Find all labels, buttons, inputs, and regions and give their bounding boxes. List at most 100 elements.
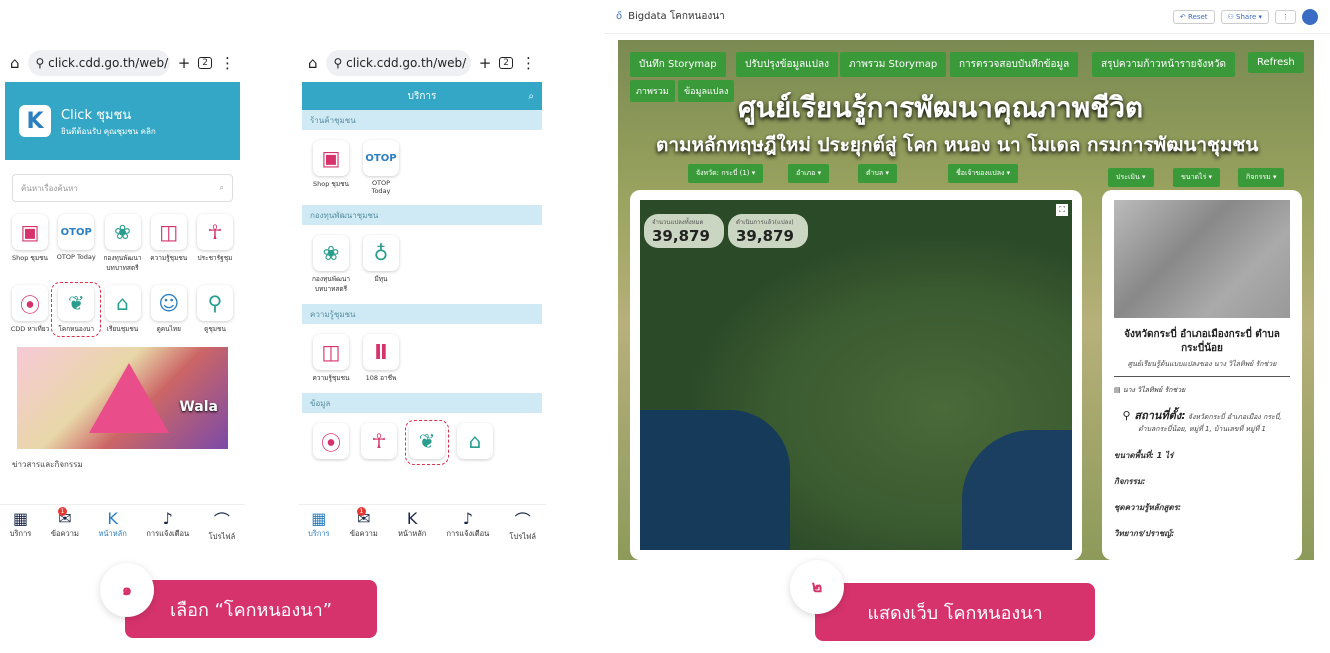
- url-text: click.cdd.go.th/web/: [346, 56, 467, 70]
- nav-profile[interactable]: ⌒ โปรไฟล์: [209, 507, 236, 543]
- search-icon[interactable]: ⌕: [528, 91, 534, 102]
- app-label: เรียนชุมชน: [106, 325, 139, 333]
- nav-notifications[interactable]: ♪ การแจ้งเตือน: [146, 509, 189, 540]
- app-otop-today[interactable]: OTOP OTOP Today: [362, 140, 400, 195]
- services-header: บริการ ⌕: [302, 82, 542, 110]
- home-icon[interactable]: ⌂: [10, 54, 20, 72]
- app-shop-chumchon[interactable]: ▣ Shop ชุมชน: [8, 214, 52, 273]
- section-knowledge: ความรู้ชุมชน: [302, 304, 542, 324]
- info-subtitle: ศูนย์เรียนรู้ต้นแบบแปลงของ นาง วิไลทิพย์…: [1127, 360, 1277, 368]
- more-menu-button[interactable]: ⋮: [1275, 9, 1296, 24]
- step2-label: แสดงเว็บ โคกหนองนา: [815, 583, 1095, 641]
- stat-completed-plots: ดำเนินการแล้ว(แปลง) 39,879: [728, 214, 808, 248]
- location-block: ⚲ สถานที่ตั้ง: จังหวัดกระบี่ อำเภอเมือง …: [1114, 406, 1290, 435]
- btn-province-progress[interactable]: สรุปความก้าวหน้ารายจังหวัด: [1092, 52, 1235, 77]
- filter-district[interactable]: อำเภอ ▾: [788, 164, 830, 183]
- menu-icon[interactable]: ⋮: [220, 54, 235, 72]
- news-heading: ข่าวสารและกิจกรรม: [12, 460, 83, 469]
- site-settings-icon[interactable]: ⚲: [36, 56, 49, 70]
- step2-number: ๒: [790, 560, 844, 614]
- app-fund-women[interactable]: ❀ กองทุนพัฒนา บทบาทสตรี: [101, 214, 145, 273]
- search-input[interactable]: ค้นหาเรื่องค้นหา ⌕: [12, 174, 233, 202]
- nav-services[interactable]: ▦ บริการ: [10, 509, 32, 540]
- app-otop-today[interactable]: OTOP OTOP Today: [54, 214, 98, 273]
- new-tab-icon[interactable]: +: [178, 54, 191, 72]
- app-khok-nong-na[interactable]: ❦: [405, 420, 449, 465]
- btn-refresh[interactable]: Refresh: [1248, 52, 1304, 73]
- app-knowledge[interactable]: ◫ ความรู้ชุมชน: [312, 334, 350, 383]
- nav-profile[interactable]: ⌒ โปรไฟล์: [509, 507, 536, 543]
- dashboard-title: Bigdata โคกหนองนา: [628, 11, 725, 22]
- app-mee-tun[interactable]: ♁ มีทุน: [362, 235, 400, 294]
- app-cdd-travel[interactable]: ⦿ CDD หาเที่ยว: [8, 285, 52, 334]
- step1-label: เลือก “โคกหนองนา”: [125, 580, 377, 638]
- location-pin-icon: ⦿: [12, 285, 48, 321]
- nav-services[interactable]: ▦ บริการ: [308, 509, 330, 540]
- app-pracharat[interactable]: ☥: [360, 423, 398, 462]
- tab-count[interactable]: 2: [198, 57, 212, 69]
- nav-home[interactable]: K หน้าหลัก: [398, 509, 426, 540]
- nav-label: บริการ: [308, 529, 330, 538]
- nav-notifications[interactable]: ♪ การแจ้งเตือน: [447, 509, 490, 540]
- fullscreen-icon[interactable]: ⛶: [1056, 204, 1068, 216]
- nav-home[interactable]: K หน้าหลัก: [98, 509, 126, 540]
- new-tab-icon[interactable]: +: [479, 54, 492, 72]
- info-panel: จังหวัดกระบี่ อำเภอเมืองกระบี่ ตำบลกระบี…: [1102, 190, 1302, 560]
- search-icon: ⌕: [219, 183, 224, 192]
- btn-audit-records[interactable]: การตรวจสอบบันทึกข้อมูล: [950, 52, 1079, 77]
- app-label: มีทุน: [374, 275, 388, 283]
- filter-owner[interactable]: ชื่อเจ้าของแปลง ▾: [948, 164, 1019, 183]
- filter-activity[interactable]: กิจกรรม ▾: [1238, 168, 1285, 187]
- nav-label: การแจ้งเตือน: [146, 529, 190, 538]
- app-pracharat[interactable]: ☥ ประชารัฐชุม: [193, 214, 237, 273]
- btn-save-storymap[interactable]: บันทึก Storymap: [630, 52, 726, 77]
- app-shop-chumchon[interactable]: ▣ Shop ชุมชน: [312, 140, 350, 195]
- undo-icon: ↶: [1179, 12, 1188, 21]
- location-pin-icon: ⚲: [1122, 409, 1135, 422]
- home-icon[interactable]: ⌂: [308, 54, 318, 72]
- app-view-community[interactable]: ⚲ ดูชุมชน: [193, 285, 237, 334]
- satellite-map[interactable]: จำนวนแปลงทั้งหมด 39,879 ดำเนินการแล้ว(แปล…: [640, 200, 1072, 550]
- profile-icon: ⌒: [514, 510, 531, 530]
- url-field[interactable]: ⚲ click.cdd.go.th/web/: [325, 50, 471, 76]
- house-icon: ⌂: [457, 423, 493, 459]
- app-knowledge[interactable]: ◫ ความรู้ชุมชน: [147, 214, 191, 273]
- app-khok-nong-na[interactable]: ❦ โคกหนองนา: [51, 282, 102, 337]
- menu-icon[interactable]: ⋮: [521, 54, 536, 72]
- app-108-careers[interactable]: Ⅱ 108 อาชีพ: [362, 334, 400, 383]
- app-location[interactable]: ⦿: [312, 423, 350, 462]
- dashboard-canvas: บันทึก Storymap ปรับปรุงข้อมูลแปลง ภาพรว…: [618, 40, 1314, 560]
- filter-assessment[interactable]: ประเมิน ▾: [1108, 168, 1154, 187]
- btn-overview-storymap[interactable]: ภาพรวม Storymap: [840, 52, 947, 77]
- url-field[interactable]: ⚲ click.cdd.go.th/web/: [27, 50, 170, 76]
- nav-messages[interactable]: ✉ 1 ข้อความ: [350, 507, 378, 540]
- app-grid-row2: ⦿ CDD หาเที่ยว ❦ โคกหนองนา ⌂ เรียนชุมชน ☺ ดู…: [0, 282, 245, 337]
- app-community[interactable]: ⌂ เรียนชุมชน: [101, 285, 145, 334]
- promo-text: Wala: [179, 399, 218, 415]
- map-search-icon: ⚲: [197, 285, 233, 321]
- filter-province[interactable]: จังหวัด: กระบี่ (1) ▾: [688, 164, 764, 183]
- terrain-thumbnail[interactable]: [1114, 200, 1290, 318]
- nav-label: หน้าหลัก: [98, 529, 127, 538]
- shop-bag-icon: ▣: [12, 214, 48, 250]
- search-placeholder: ค้นหาเรื่องค้นหา: [21, 183, 78, 193]
- avatar[interactable]: [1302, 8, 1318, 25]
- btn-update-plot[interactable]: ปรับปรุงข้อมูลแปลง: [736, 52, 839, 77]
- app-label: ดูคนไทย: [156, 325, 181, 333]
- tab-count[interactable]: 2: [499, 57, 513, 69]
- app-community[interactable]: ⌂: [456, 423, 494, 462]
- btn-plot-data[interactable]: ข้อมูลแปลง: [678, 80, 735, 102]
- btn-overview[interactable]: ภาพรวม: [630, 80, 675, 102]
- promo-banner[interactable]: Wala: [14, 344, 231, 452]
- filter-subdistrict[interactable]: ตำบล ▾: [858, 164, 897, 183]
- nav-messages[interactable]: ✉ 1 ข้อความ: [51, 507, 79, 540]
- header-title: บริการ: [407, 90, 437, 102]
- career-icon: Ⅱ: [363, 334, 399, 370]
- app-thai-people[interactable]: ☺ ดูคนไทย: [147, 285, 191, 334]
- site-settings-icon[interactable]: ⚲: [334, 56, 347, 70]
- filter-size[interactable]: ขนาดไร่ ▾: [1173, 168, 1221, 187]
- reset-button[interactable]: ↶ Reset: [1172, 9, 1215, 24]
- share-button[interactable]: ⚇ Share ▾: [1220, 9, 1269, 24]
- filter-label: จังหวัด: กระบี่ (1): [696, 169, 750, 177]
- app-fund-women[interactable]: ❀ กองทุนพัฒนา บทบาทสตรี: [312, 235, 350, 294]
